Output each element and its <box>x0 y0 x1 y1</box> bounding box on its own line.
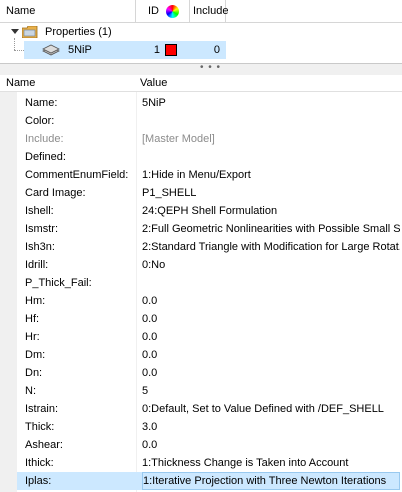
property-label: Ish3n: <box>25 241 55 253</box>
property-label: Ashear: <box>25 439 63 451</box>
property-row-dm[interactable]: Dm: 0.0 <box>17 346 400 364</box>
property-row-iplas[interactable]: Iplas: 1:Iterative Projection with Three… <box>17 472 400 490</box>
tree-item-color-swatch[interactable] <box>165 44 177 56</box>
property-row-ithick[interactable]: Ithick: 1:Thickness Change is Taken into… <box>17 454 400 472</box>
property-value: [Master Model] <box>142 133 215 145</box>
property-value[interactable]: 0.0 <box>142 436 400 454</box>
property-row-dn[interactable]: Dn: 0.0 <box>17 364 400 382</box>
property-value-editor[interactable]: 1:Iterative Projection with Three Newton… <box>142 472 400 490</box>
property-row-name[interactable]: Name: 5NiP <box>17 94 400 112</box>
property-label: Istrain: <box>25 403 59 415</box>
property-value[interactable]: 0:Default, Set to Value Defined with /DE… <box>142 400 400 418</box>
tree-item-include: 0 <box>213 44 220 56</box>
property-label: Card Image: <box>25 187 86 199</box>
tree-header: Name ID Include <box>0 0 402 23</box>
property-value[interactable]: 0.0 <box>142 346 400 364</box>
tree-item-5nip[interactable]: 5NiP 1 0 <box>24 41 226 59</box>
property-label: Ishell: <box>25 205 54 217</box>
property-row-hr[interactable]: Hr: 0.0 <box>17 328 400 346</box>
shell-property-icon <box>42 44 60 56</box>
property-value[interactable]: 3.0 <box>142 418 400 436</box>
property-label: Color: <box>25 115 55 127</box>
property-row-color[interactable]: Color: <box>17 112 400 130</box>
property-row-card-image[interactable]: Card Image: P1_SHELL <box>17 184 400 202</box>
tree-item-label: 5NiP <box>68 44 92 56</box>
folder-icon <box>22 26 38 38</box>
property-value[interactable]: P1_SHELL <box>142 184 400 202</box>
splitter-grip-icon[interactable]: • • • <box>200 63 221 73</box>
tree-folder-label: Properties (1) <box>45 26 112 38</box>
property-value[interactable]: 0.0 <box>142 292 400 310</box>
property-label: Include: <box>25 133 64 145</box>
property-value[interactable]: 0.0 <box>142 364 400 382</box>
property-group-p-thick-fail[interactable]: P_Thick_Fail: <box>0 274 400 292</box>
property-value[interactable]: 1:Hide in Menu/Export <box>142 166 400 184</box>
property-row-istrain[interactable]: Istrain: 0:Default, Set to Value Defined… <box>17 400 400 418</box>
property-label: Dn: <box>25 367 43 379</box>
model-tree-panel: Name ID Include Properties (1) 5NiP 1 0 <box>0 0 402 64</box>
tree-column-id[interactable]: ID <box>136 0 190 23</box>
property-value[interactable]: 2:Standard Triangle with Modification fo… <box>142 238 400 256</box>
property-row-ashear[interactable]: Ashear: 0.0 <box>17 436 400 454</box>
tree-column-name[interactable]: Name <box>0 0 136 23</box>
property-label: Hr: <box>25 331 40 343</box>
property-value[interactable]: 5NiP <box>142 94 400 112</box>
property-label: Ithick: <box>25 457 54 469</box>
tree-column-include[interactable]: Include <box>190 0 228 23</box>
property-value[interactable]: 0.0 <box>142 328 400 346</box>
property-grid: Name Value Name: 5NiP Color: Include: [M… <box>0 75 402 492</box>
property-label: N: <box>25 385 36 397</box>
property-row-ish3n[interactable]: Ish3n: 2:Standard Triangle with Modifica… <box>17 238 400 256</box>
property-row-ismstr[interactable]: Ismstr: 2:Full Geometric Nonlinearities … <box>17 220 400 238</box>
panel-splitter[interactable]: • • • <box>0 63 402 75</box>
collapse-arrow-icon[interactable] <box>11 29 19 34</box>
property-row-hf[interactable]: Hf: 0.0 <box>17 310 400 328</box>
tree-item-id: 1 <box>153 44 160 56</box>
property-group-label: P_Thick_Fail: <box>25 277 92 289</box>
grid-column-name[interactable]: Name <box>6 75 35 92</box>
property-value[interactable]: 5 <box>142 382 400 400</box>
property-row-ishell[interactable]: Ishell: 24:QEPH Shell Formulation <box>17 202 400 220</box>
property-value[interactable]: 24:QEPH Shell Formulation <box>142 202 400 220</box>
property-value[interactable]: 1:Thickness Change is Taken into Account <box>142 454 400 472</box>
tree-folder-properties[interactable]: Properties (1) <box>0 23 402 41</box>
property-label: CommentEnumField: <box>25 169 129 181</box>
tree-connector <box>14 38 15 50</box>
property-row-hm[interactable]: Hm: 0.0 <box>17 292 400 310</box>
property-label: Idrill: <box>25 259 49 271</box>
property-label: Hm: <box>25 295 46 307</box>
property-label: Hf: <box>25 313 40 325</box>
property-label: Defined: <box>25 151 66 163</box>
property-row-idrill[interactable]: Idrill: 0:No <box>17 256 400 274</box>
tree-column-id-label: ID <box>148 5 159 17</box>
grid-header: Name Value <box>0 75 402 92</box>
grid-gutter <box>0 92 17 492</box>
property-value[interactable]: 0:No <box>142 256 400 274</box>
property-value[interactable]: 0.0 <box>142 310 400 328</box>
color-wheel-icon <box>166 5 179 18</box>
property-label: Ismstr: <box>25 223 58 235</box>
property-value[interactable]: 2:Full Geometric Nonlinearities with Pos… <box>142 220 400 238</box>
property-row-n[interactable]: N: 5 <box>17 382 400 400</box>
property-label: Iplas: <box>25 475 52 487</box>
property-row-thick[interactable]: Thick: 3.0 <box>17 418 400 436</box>
property-label: Name: <box>25 97 58 109</box>
property-row-defined[interactable]: Defined: <box>17 148 400 166</box>
property-row-include: Include: [Master Model] <box>17 130 400 148</box>
grid-column-value[interactable]: Value <box>140 75 167 92</box>
property-row-commentenumfield[interactable]: CommentEnumField: 1:Hide in Menu/Export <box>17 166 400 184</box>
property-label: Thick: <box>25 421 55 433</box>
property-label: Dm: <box>25 349 46 361</box>
